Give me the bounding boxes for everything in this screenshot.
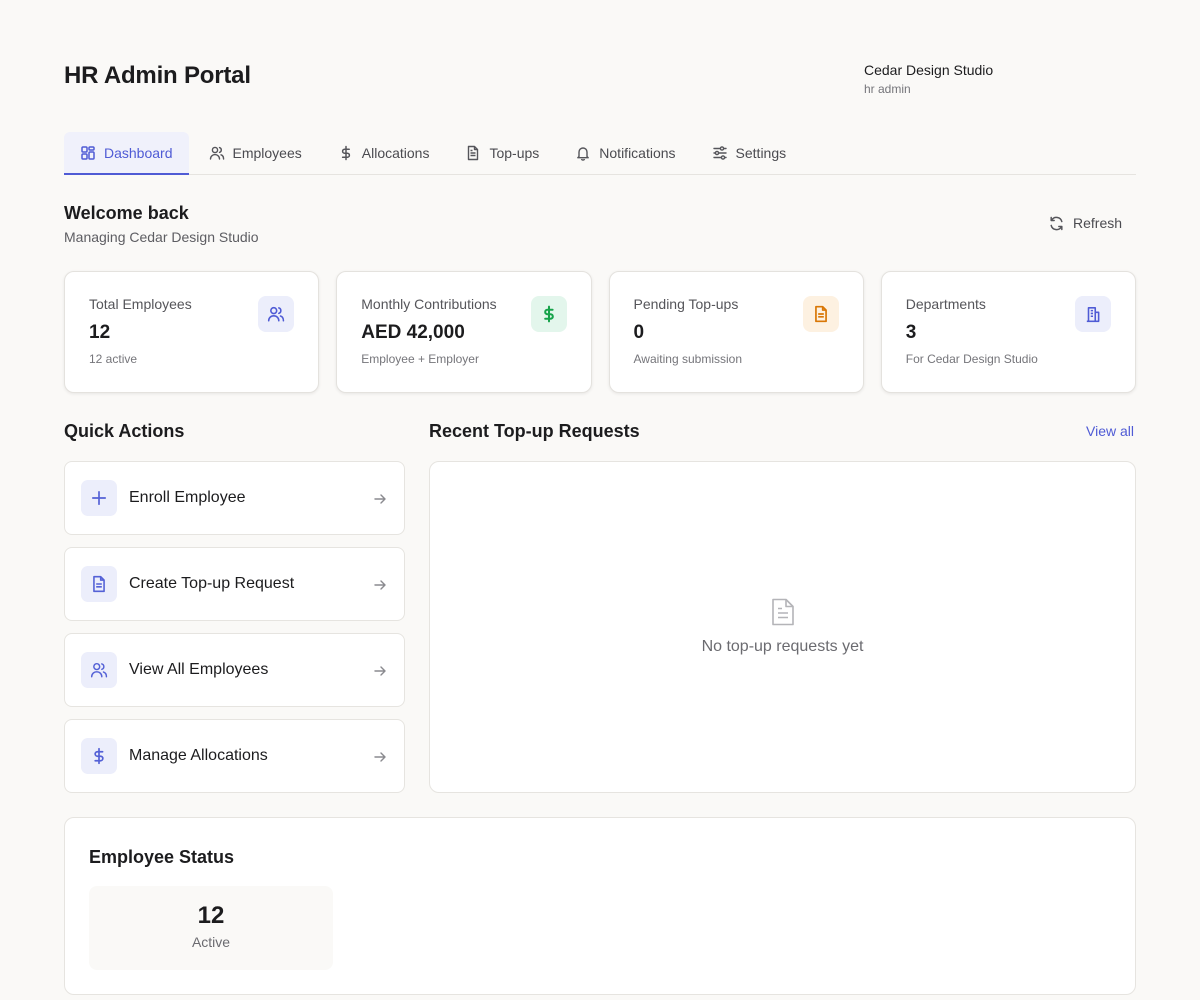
- employee-status-title: Employee Status: [89, 847, 235, 867]
- refresh-icon: [1048, 215, 1065, 232]
- arrow-right-icon: [372, 663, 388, 679]
- recent-topups-title: Recent Top-up Requests: [429, 421, 640, 441]
- action-label: View All Employees: [129, 661, 269, 678]
- status-active-box: 12 Active: [89, 886, 333, 970]
- dollar-icon: [530, 296, 567, 332]
- tab-label: Settings: [735, 145, 787, 161]
- tab-allocations[interactable]: Allocations: [322, 132, 446, 174]
- stat-note: For Cedar Design Studio: [905, 352, 1038, 366]
- stat-note: 12 active: [89, 352, 138, 366]
- stat-note: Awaiting submission: [633, 352, 743, 366]
- stat-card-departments: Departments 3 For Cedar Design Studio: [880, 271, 1136, 393]
- employee-status-panel: Employee Status 12 Active: [64, 817, 1136, 995]
- users-icon: [209, 145, 225, 161]
- document-icon: [770, 598, 796, 626]
- empty-state-text: No top-up requests yet: [701, 638, 864, 655]
- stat-card-monthly-contributions: Monthly Contributions AED 42,000 Employe…: [336, 271, 592, 393]
- stat-note: Employee + Employer: [361, 352, 479, 366]
- user-role: hr admin: [864, 82, 911, 96]
- sliders-icon: [712, 145, 728, 161]
- refresh-label: Refresh: [1073, 215, 1123, 231]
- status-label: Active: [191, 934, 231, 950]
- org-name: Cedar Design Studio: [864, 62, 994, 78]
- building-icon: [1075, 296, 1111, 332]
- stat-card-pending-topups: Pending Top-ups 0 Awaiting submission: [608, 271, 864, 393]
- dollar-icon: [81, 738, 117, 774]
- action-label: Manage Allocations: [129, 747, 268, 764]
- tab-notifications[interactable]: Notifications: [559, 132, 691, 174]
- view-all-employees-button[interactable]: View All Employees: [64, 633, 405, 707]
- recent-topups-panel: No top-up requests yet: [429, 461, 1136, 793]
- tab-employees[interactable]: Employees: [193, 132, 318, 174]
- users-icon: [258, 296, 295, 332]
- view-all-link[interactable]: View all: [1086, 423, 1134, 439]
- tab-settings[interactable]: Settings: [696, 132, 803, 174]
- status-count: 12: [197, 902, 225, 929]
- tab-label: Allocations: [361, 145, 430, 161]
- tab-label: Dashboard: [104, 144, 173, 161]
- arrow-right-icon: [372, 491, 388, 507]
- users-icon: [81, 652, 117, 688]
- action-label: Enroll Employee: [129, 489, 246, 506]
- tab-label: Top-ups: [489, 145, 540, 161]
- dashboard-icon: [80, 145, 96, 161]
- tab-label: Employees: [232, 145, 302, 161]
- bell-icon: [575, 145, 591, 161]
- plus-icon: [81, 480, 117, 516]
- arrow-right-icon: [372, 577, 388, 593]
- manage-allocations-button[interactable]: Manage Allocations: [64, 719, 405, 793]
- tab-label: Notifications: [599, 145, 676, 161]
- tab-dashboard[interactable]: Dashboard: [64, 132, 189, 175]
- stat-card-total-employees: Total Employees 12 12 active: [64, 271, 320, 393]
- welcome-subtitle: Managing Cedar Design Studio: [64, 229, 259, 245]
- tab-topups[interactable]: Top-ups: [449, 132, 555, 174]
- document-icon: [802, 296, 839, 332]
- enroll-employee-button[interactable]: Enroll Employee: [64, 461, 405, 535]
- document-icon: [465, 145, 481, 161]
- refresh-button[interactable]: Refresh: [1040, 206, 1134, 240]
- create-topup-request-button[interactable]: Create Top-up Request: [64, 547, 405, 621]
- quick-actions-list: Enroll Employee Create Top-up Request Vi…: [64, 461, 405, 805]
- document-icon: [81, 566, 117, 602]
- action-label: Create Top-up Request: [129, 575, 295, 592]
- welcome-title: Welcome back: [64, 203, 189, 223]
- stats-row: Total Employees 12 12 active Monthly Con…: [64, 271, 1136, 393]
- quick-actions-title: Quick Actions: [64, 421, 185, 441]
- app-title: HR Admin Portal: [64, 62, 251, 89]
- arrow-right-icon: [372, 749, 388, 765]
- main-tabs: Dashboard Employees Allocations Top-ups …: [64, 132, 1136, 175]
- org-switcher[interactable]: Cedar Design Studio hr admin: [864, 62, 993, 97]
- dollar-icon: [338, 145, 354, 161]
